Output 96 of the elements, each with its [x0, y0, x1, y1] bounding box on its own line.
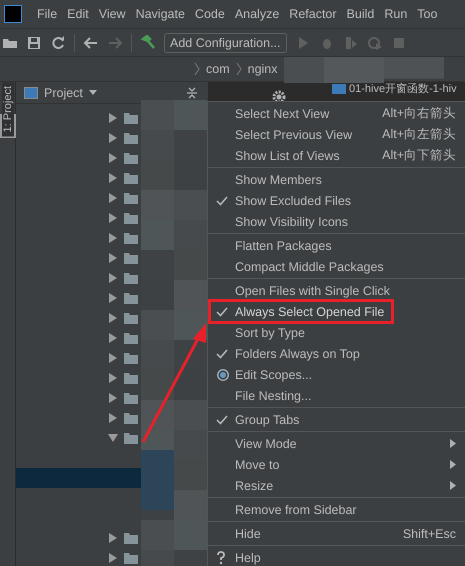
folder-icon: [124, 212, 138, 224]
menu-item[interactable]: Always Select Opened File: [208, 299, 394, 324]
expand-arrow-icon[interactable]: [108, 433, 118, 443]
expand-arrow-icon[interactable]: [108, 253, 118, 263]
menu-item[interactable]: Analyze: [230, 7, 284, 21]
folder-icon: [124, 332, 138, 344]
dropdown-caret-icon[interactable]: [88, 90, 97, 95]
menu-item[interactable]: Run: [379, 7, 412, 21]
expand-arrow-icon[interactable]: [108, 393, 118, 403]
folder-icon: [124, 192, 138, 204]
folder-icon: [124, 232, 138, 244]
expand-arrow-icon[interactable]: [108, 173, 118, 183]
folder-icon: [124, 312, 138, 324]
expand-arrow-icon[interactable]: [108, 533, 118, 543]
project-tool-tab[interactable]: 1: Project: [2, 82, 14, 136]
menu-item[interactable]: Navigate: [130, 7, 190, 21]
menu-item[interactable]: File: [32, 7, 62, 21]
menu-item[interactable]: View: [94, 7, 131, 21]
expand-arrow-icon[interactable]: [108, 333, 118, 343]
breadcrumb-item[interactable]: nginx: [248, 62, 278, 76]
app-logo-icon: [4, 5, 22, 23]
menu-item[interactable]: Help: [208, 547, 465, 566]
menu-item[interactable]: Too: [412, 7, 442, 21]
menu-item[interactable]: Show Excluded Files: [208, 190, 465, 211]
menu-item[interactable]: Build: [342, 7, 380, 21]
expand-arrow-icon[interactable]: [108, 313, 118, 323]
expand-arrow-icon[interactable]: [108, 133, 118, 143]
submenu-arrow-icon: [450, 481, 456, 490]
expand-arrow-icon[interactable]: [108, 233, 118, 243]
folder-icon: [124, 432, 138, 444]
sync-icon[interactable]: [50, 34, 66, 50]
menu-item[interactable]: Sort by Type: [208, 322, 465, 343]
menu-item[interactable]: Show Visibility Icons: [208, 211, 465, 232]
expand-arrow-icon[interactable]: [108, 293, 118, 303]
menu-item[interactable]: Select Previous View Alt+向左箭头: [208, 124, 465, 145]
check-icon: [216, 348, 228, 358]
menu-item[interactable]: Hide Shift+Esc: [208, 523, 465, 544]
folder-icon: [124, 552, 138, 564]
menu-item[interactable]: View Mode: [208, 433, 465, 454]
menu-item[interactable]: Resize: [208, 475, 465, 496]
folder-icon: [124, 372, 138, 384]
save-icon[interactable]: [26, 34, 42, 50]
folder-icon: [124, 272, 138, 284]
expand-arrow-icon[interactable]: [108, 413, 118, 423]
menu-item[interactable]: Code: [190, 7, 230, 21]
menu-item[interactable]: Compact Middle Packages: [208, 256, 465, 277]
hammer-icon[interactable]: [140, 34, 156, 50]
expand-arrow-icon[interactable]: [108, 213, 118, 223]
chevron-icon: [236, 62, 242, 76]
menu-item[interactable]: Open Files with Single Click: [208, 280, 465, 301]
add-configuration-button[interactable]: Add Configuration...: [164, 32, 286, 52]
folder-icon: [124, 252, 138, 264]
menu-item[interactable]: Move to: [208, 454, 465, 475]
expand-arrow-icon[interactable]: [108, 273, 118, 283]
folder-icon: [124, 292, 138, 304]
breadcrumb-item[interactable]: com: [206, 62, 230, 76]
expand-arrow-icon[interactable]: [108, 113, 118, 123]
menu-item[interactable]: Edit: [62, 7, 94, 21]
folder-icon: [124, 152, 138, 164]
folder-icon: [124, 172, 138, 184]
menu-item[interactable]: Group Tabs: [208, 409, 465, 430]
markdown-file-icon: [332, 84, 346, 94]
editor-tab[interactable]: 01-hive开窗函数-1-hiv: [332, 81, 457, 96]
folder-icon: [124, 532, 138, 544]
menu-item[interactable]: Select Next View Alt+向右箭头: [208, 103, 465, 124]
settings-icon[interactable]: [272, 90, 286, 104]
folder-icon: [124, 392, 138, 404]
folder-icon: [124, 412, 138, 424]
help-icon: [216, 550, 226, 564]
folder-icon: [124, 132, 138, 144]
project-view-icon: [24, 86, 38, 98]
menu-item[interactable]: File Nesting...: [208, 385, 465, 406]
menu-item[interactable]: Flatten Packages: [208, 235, 465, 256]
back-arrow-icon[interactable]: [83, 34, 99, 50]
menu-item[interactable]: Show List of Views Alt+向下箭头: [208, 145, 465, 166]
folder-icon: [124, 352, 138, 364]
expand-arrow-icon[interactable]: [108, 373, 118, 383]
menu-item[interactable]: Show Members: [208, 169, 465, 190]
check-icon: [216, 414, 228, 424]
menu-item[interactable]: Folders Always on Top: [208, 343, 465, 364]
expand-arrow-icon[interactable]: [108, 553, 118, 563]
chevron-icon: [194, 62, 200, 76]
radio-icon: [216, 368, 230, 382]
expand-arrow-icon[interactable]: [108, 353, 118, 363]
folder-icon: [124, 112, 138, 124]
expand-arrow-icon[interactable]: [108, 153, 118, 163]
collapse-all-icon[interactable]: [186, 86, 198, 98]
menu-item[interactable]: Remove from Sidebar: [208, 499, 465, 520]
expand-arrow-icon[interactable]: [108, 193, 118, 203]
submenu-arrow-icon: [450, 439, 456, 448]
panel-title[interactable]: Project: [44, 86, 83, 100]
check-icon: [216, 196, 228, 206]
menu-item[interactable]: Refactor: [284, 7, 342, 21]
menu-item[interactable]: Edit Scopes...: [208, 364, 465, 385]
submenu-arrow-icon: [450, 460, 456, 469]
check-icon: [216, 306, 228, 316]
